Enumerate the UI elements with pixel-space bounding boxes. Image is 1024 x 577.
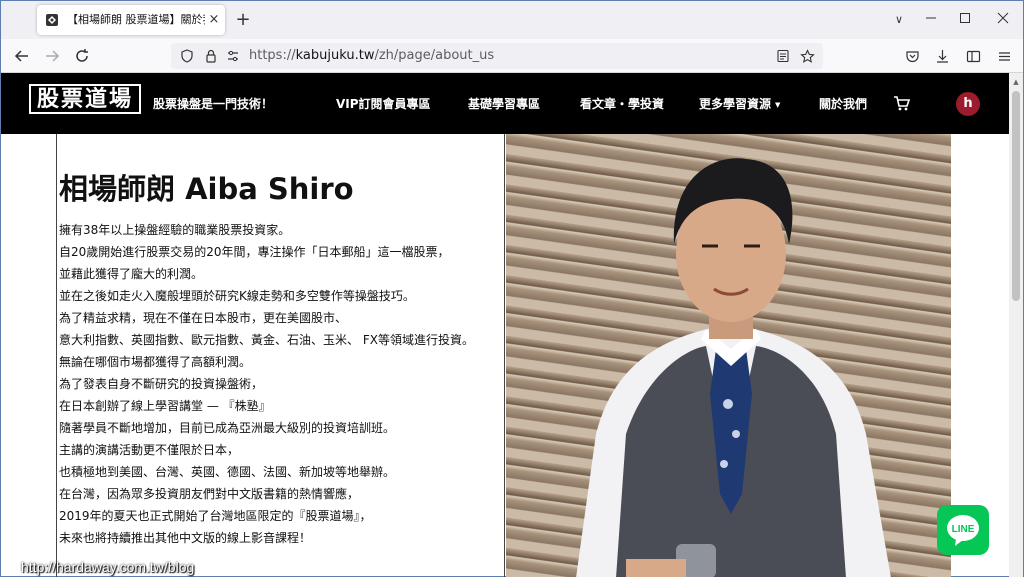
biography-text: 擁有38年以上操盤經驗的職業股票投資家。 自20歲開始進行股票交易的20年間，專…: [59, 219, 499, 549]
tracking-shield-icon[interactable]: [179, 48, 195, 64]
bio-line: 自20歲開始進行股票交易的20年間，專注操作「日本郵船」這一檔股票，: [59, 245, 450, 259]
nav-about-us[interactable]: 關於我們: [819, 95, 867, 113]
window-close-icon[interactable]: [991, 9, 1015, 31]
user-avatar[interactable]: h: [956, 92, 980, 116]
bio-line: 意大利指數、英國指數、歐元指數、黃金、石油、玉米、 FX等領域進行投資。: [59, 333, 474, 347]
bio-line: 主講的演講活動更不僅限於日本，: [59, 443, 240, 457]
url-host: kabujuku.tw: [295, 48, 375, 63]
blog-watermark: http://hardaway.com.tw/blog: [21, 559, 195, 575]
downloads-icon[interactable]: [931, 45, 953, 67]
back-icon[interactable]: [11, 45, 33, 67]
url-path: /zh/page/about_us: [374, 48, 495, 63]
sidebar-icon[interactable]: [962, 45, 984, 67]
bio-line: 擁有38年以上操盤經驗的職業股票投資家。: [59, 223, 291, 237]
permissions-icon[interactable]: [225, 48, 241, 64]
site-header: 股票道場 股票操盤是一門技術！ VIP訂閱會員專區 基礎學習專區 看文章・學投資…: [1, 73, 1009, 134]
bio-line: 未來也將持續推出其他中文版的線上影音課程！: [59, 531, 312, 545]
pocket-icon[interactable]: [901, 45, 923, 67]
page-title: 相場師朗 Aiba Shiro: [59, 172, 354, 206]
portrait-photo: [506, 134, 951, 577]
bio-line: 並在之後如走火入魔般埋頭於研究K線走勢和多空雙作等操盤技巧。: [59, 289, 415, 303]
bio-line: 並藉此獲得了龐大的利潤。: [59, 267, 204, 281]
maximize-icon[interactable]: [953, 9, 977, 31]
new-tab-button[interactable]: +: [233, 9, 253, 31]
nav-basic-learning[interactable]: 基礎學習專區: [468, 95, 540, 113]
bio-line: 也積極地到美國、台灣、英國、德國、法國、新加坡等地舉辦。: [59, 465, 396, 479]
browser-tab-strip: 【相場師朗 股票道場】關於我們 × + ∨: [1, 1, 1023, 39]
browser-tab-active[interactable]: 【相場師朗 股票道場】關於我們 ×: [37, 5, 225, 35]
cart-icon[interactable]: [893, 94, 911, 112]
reload-icon[interactable]: [71, 45, 93, 67]
nav-articles[interactable]: 看文章・學投資: [580, 95, 664, 113]
address-bar[interactable]: https://kabujuku.tw/zh/page/about_us: [171, 43, 823, 69]
url-text[interactable]: https://kabujuku.tw/zh/page/about_us: [249, 47, 749, 65]
reader-view-icon[interactable]: [775, 48, 791, 64]
browser-toolbar: https://kabujuku.tw/zh/page/about_us: [1, 39, 1023, 73]
bio-line: 隨著學員不斷地增加，目前已成為亞洲最大級別的投資培訓班。: [59, 421, 396, 435]
portrait-illustration: [576, 158, 891, 577]
bookmark-star-icon[interactable]: [799, 48, 815, 64]
line-chat-button[interactable]: LINE: [937, 505, 989, 555]
nav-vip-member[interactable]: VIP訂閱會員專區: [336, 95, 431, 113]
bio-line: 為了精益求精，現在不僅在日本股市，更在美國股市、: [59, 311, 348, 325]
bio-line: 在台灣，因為眾多投資朋友們對中文版書籍的熱情響應，: [59, 487, 360, 501]
bio-line: 在日本創辦了線上學習講堂 — 『株塾』: [59, 399, 271, 413]
minimize-icon[interactable]: [919, 9, 943, 31]
tab-list-icon[interactable]: ∨: [889, 9, 909, 31]
bio-line: 為了發表自身不斷研究的投資操盤術，: [59, 377, 264, 391]
site-logo[interactable]: 股票道場: [29, 84, 141, 114]
tab-title: 【相場師朗 股票道場】關於我們: [67, 13, 205, 26]
scroll-up-arrow-icon[interactable]: ▲: [1009, 75, 1023, 89]
tab-close-icon[interactable]: ×: [207, 12, 221, 28]
nav-more-resources[interactable]: 更多學習資源 ▼: [699, 95, 780, 113]
lock-icon[interactable]: [203, 48, 219, 64]
site-favicon-icon: [46, 14, 58, 26]
nav-more-resources-label: 更多學習資源: [699, 97, 772, 111]
chevron-down-icon: ▼: [775, 100, 781, 109]
url-prefix: https://: [249, 48, 296, 63]
forward-icon[interactable]: [41, 45, 63, 67]
site-slogan: 股票操盤是一門技術！: [153, 97, 274, 111]
svg-text:LINE: LINE: [952, 524, 975, 535]
line-logo-icon: LINE: [947, 515, 979, 546]
scrollbar-thumb[interactable]: [1012, 91, 1020, 301]
bio-line: 2019年的夏天也正式開始了台灣地區限定的『股票道場』，: [59, 509, 372, 523]
bio-line: 無論在哪個市場都獲得了高額利潤。: [59, 355, 252, 369]
menu-icon[interactable]: [993, 45, 1015, 67]
page-scrollbar[interactable]: ▲: [1009, 73, 1023, 577]
